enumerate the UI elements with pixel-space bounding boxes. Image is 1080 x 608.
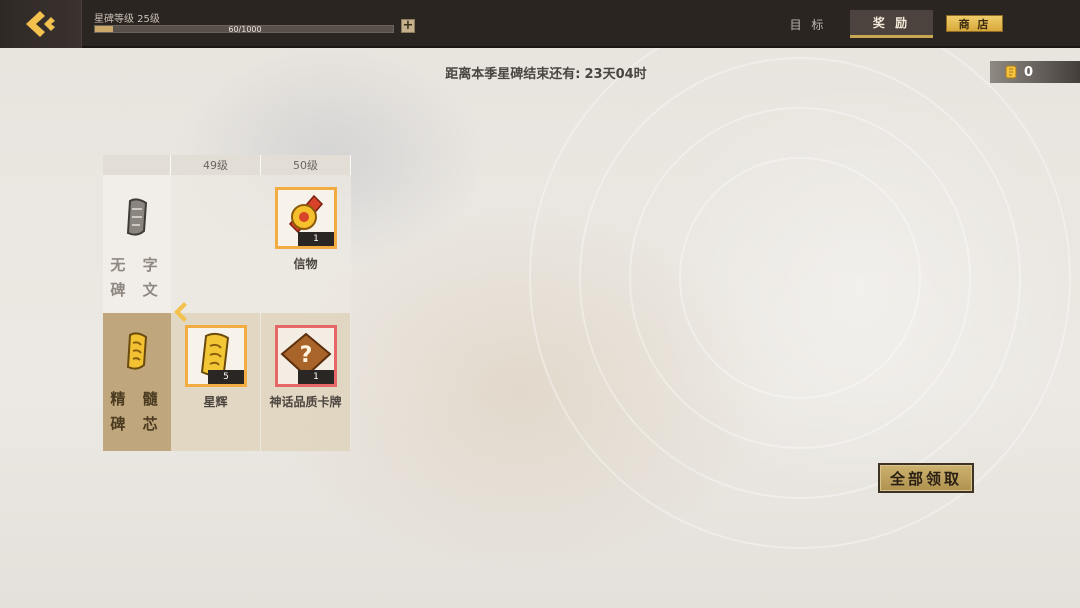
item-quantity: 1 [298,232,334,246]
row-label-essence-core: 精 髓 碑 芯 [103,313,171,451]
top-bar: 星碑等级 25级 60/1000 + 目 标 奖 励 商 店 [0,0,1080,48]
row-title-line-1: 无 字 [110,256,164,274]
background-rings [529,48,1071,549]
stone-tablet-icon [126,198,148,236]
currency-value: 0 [1024,64,1034,80]
back-button[interactable] [0,0,82,48]
current-row-indicator-icon [174,302,187,322]
row-title-line-2: 碑 文 [110,281,164,299]
stele-level-label: 星碑等级 25级 [94,14,160,25]
reward-cell: 5 星辉 [171,313,260,451]
scroll-currency-icon [1005,65,1017,79]
reward-item-token[interactable]: 1 [275,187,337,249]
tab-shop[interactable]: 商 店 [946,15,1003,32]
row-label-blank-stele: 无 字 碑 文 [103,175,171,313]
row-title-blank-stele: 无 字 碑 文 [109,253,165,303]
row-title-line-1: 精 髓 [110,390,164,408]
item-quantity: 5 [208,370,244,384]
tab-goal[interactable]: 目 标 [780,10,836,38]
add-level-button[interactable]: + [401,19,415,33]
item-name: 神话品质卡牌 [269,395,342,409]
column-header-blank [103,155,171,175]
column-header-level-49: 49级 [171,155,261,175]
item-name: 星辉 [203,395,228,409]
row-title-line-2: 碑 芯 [110,415,164,433]
level-progress-bar: 60/1000 [94,25,394,34]
reward-cell-empty [171,175,260,313]
tab-reward[interactable]: 奖 励 [850,10,933,38]
column-header-level-50: 50级 [261,155,351,175]
claim-all-button[interactable]: 全部领取 [878,463,974,493]
countdown-value: 23天04时 [584,67,647,82]
currency-display: 0 [990,61,1080,83]
reward-item-mythic-card[interactable]: ? 1 [275,325,337,387]
back-arrow-icon [25,11,55,37]
season-countdown: 距离本季星碑结束还有: 23天04时 [0,63,1080,82]
golden-scroll-icon [126,332,148,370]
countdown-label: 距离本季星碑结束还有: [445,67,581,82]
item-name: 信物 [293,257,318,271]
item-quantity: 1 [298,370,334,384]
reward-item-starlight[interactable]: 5 [185,325,247,387]
row-title-essence-core: 精 髓 碑 芯 [109,387,165,437]
reward-cell: 1 信物 [261,175,350,313]
level-progress-text: 60/1000 [228,25,262,34]
svg-text:?: ? [300,343,313,368]
reward-cell: ? 1 神话品质卡牌 [261,313,350,451]
reward-grid: 49级 50级 无 字 碑 文 精 髓 碑 芯 1 信物 5 星辉 ? 1 神话… [103,155,351,451]
